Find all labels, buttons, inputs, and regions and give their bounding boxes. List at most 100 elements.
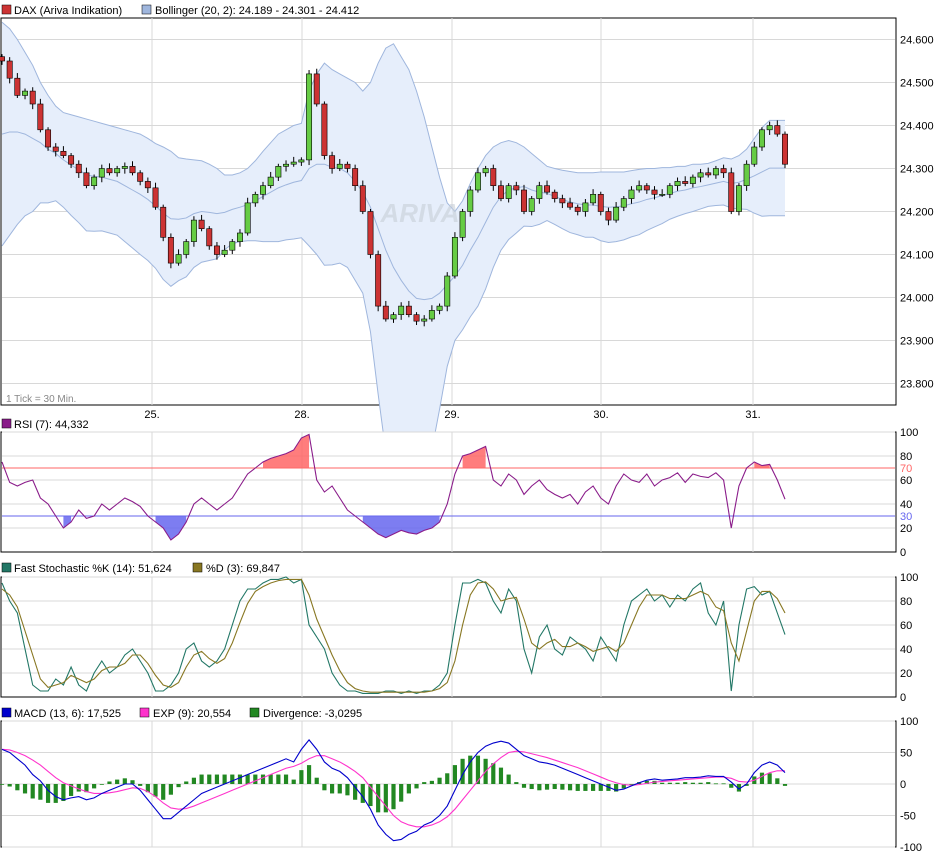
candle-body: [759, 129, 765, 148]
stochastic-y-tick: 40: [900, 644, 912, 656]
candle-body: [536, 185, 543, 199]
candle-body: [6, 60, 13, 79]
candle-body: [582, 202, 589, 212]
divergence-bar: [184, 781, 189, 784]
candle-body: [352, 168, 359, 187]
tick-footnote: 1 Tick = 30 Min.: [6, 394, 76, 405]
candle-body: [459, 211, 466, 238]
divergence-bar: [30, 784, 35, 799]
candle-body: [160, 206, 167, 238]
candle-body: [712, 168, 719, 176]
candle-body: [613, 206, 620, 221]
divergence-bar: [38, 784, 43, 800]
divergence-bar: [22, 784, 28, 794]
candle-body: [144, 181, 151, 189]
candle: [444, 272, 451, 312]
divergence-bar: [161, 784, 166, 800]
divergence-bar: [122, 778, 127, 784]
candle-body: [643, 185, 650, 191]
candle: [735, 183, 742, 216]
divergence-bar: [260, 774, 266, 784]
candle-body: [774, 125, 781, 135]
price-y-tick: 23.800: [900, 379, 934, 391]
divergence-bar: [452, 765, 458, 784]
divergence-bar: [437, 777, 442, 784]
candle-body: [782, 133, 788, 165]
candle-body: [751, 146, 758, 165]
divergence-bar: [721, 783, 726, 785]
macd-y-tick: 0: [900, 779, 906, 791]
divergence-bar: [306, 765, 312, 784]
candle-body: [666, 185, 673, 195]
candle-body: [244, 202, 251, 234]
candle-body: [152, 187, 159, 208]
legend-swatch-bollinger: [141, 4, 152, 15]
candle-body: [636, 185, 643, 191]
candle-body: [290, 161, 297, 165]
candle-body: [551, 191, 558, 199]
legend-exp: EXP (9): 20,554: [153, 708, 231, 720]
divergence-bar: [61, 784, 66, 802]
divergence-bar: [491, 763, 496, 784]
divergence-bar: [268, 774, 273, 784]
candle-body: [628, 189, 635, 199]
divergence-bar: [675, 782, 680, 784]
candle-body: [229, 241, 236, 251]
divergence-bar: [283, 774, 289, 784]
divergence-bar: [544, 784, 550, 790]
candle-body: [221, 249, 228, 255]
candle-body: [175, 254, 182, 264]
stochastic-y-tick: 80: [900, 596, 912, 608]
divergence-bar: [345, 784, 350, 796]
candle: [160, 204, 167, 242]
divergence-bar: [767, 773, 772, 784]
stochastic-y-tick: 100: [900, 572, 918, 584]
legend-swatch-stoch-d: [192, 562, 203, 573]
macd-y-tick: -50: [900, 811, 916, 823]
candle-body: [705, 172, 712, 176]
candle-body: [114, 168, 121, 174]
candle: [782, 131, 788, 169]
x-axis-labels: 25. 28. 29. 30. 31.: [144, 409, 760, 421]
divergence-bar: [729, 784, 734, 788]
divergence-bar: [706, 782, 711, 784]
candle-body: [766, 125, 773, 131]
candle: [359, 180, 366, 215]
rsi-y-tick: 20: [900, 523, 912, 535]
divergence-bar: [0, 784, 5, 785]
x-label: 31.: [745, 409, 760, 421]
candle-body: [260, 185, 266, 195]
candle-body: [597, 194, 604, 212]
rsi-panel: 100 807060 403020 0 RSI (7): 44,332: [0, 418, 918, 559]
candle-body: [651, 189, 658, 195]
rsi-y-tick: 0: [900, 547, 906, 559]
candle-body: [474, 172, 481, 191]
candle-body: [505, 185, 512, 199]
divergence-bar: [214, 774, 220, 784]
divergence-bar: [237, 774, 243, 784]
divergence-bar: [45, 784, 51, 803]
divergence-bar: [560, 784, 565, 790]
candle-body: [659, 194, 666, 196]
candle: [313, 68, 320, 107]
candle-body: [682, 181, 689, 184]
candle-body: [413, 314, 420, 322]
price-legend: DAX (Ariva Indikation) Bollinger (20, 2)…: [1, 4, 359, 17]
candle-body: [237, 232, 243, 242]
legend-dax: DAX (Ariva Indikation): [14, 5, 122, 17]
candle-body: [574, 206, 581, 212]
candle-body: [382, 305, 389, 320]
divergence-bar: [683, 782, 688, 784]
candle-body: [428, 310, 435, 320]
divergence-bar: [660, 782, 665, 784]
candle-body: [674, 181, 681, 186]
divergence-bar: [92, 784, 97, 789]
candle-body: [605, 211, 612, 221]
candle-body: [190, 219, 197, 242]
divergence-bar: [15, 784, 20, 791]
chart-root: ARIVA 24.600 24.500 24.400 24.300 24.200 24.1…: [0, 0, 939, 854]
candle-body: [298, 159, 305, 163]
candle-body: [544, 185, 550, 193]
divergence-bar: [168, 784, 173, 795]
rsi-y-tick: 60: [900, 475, 912, 487]
